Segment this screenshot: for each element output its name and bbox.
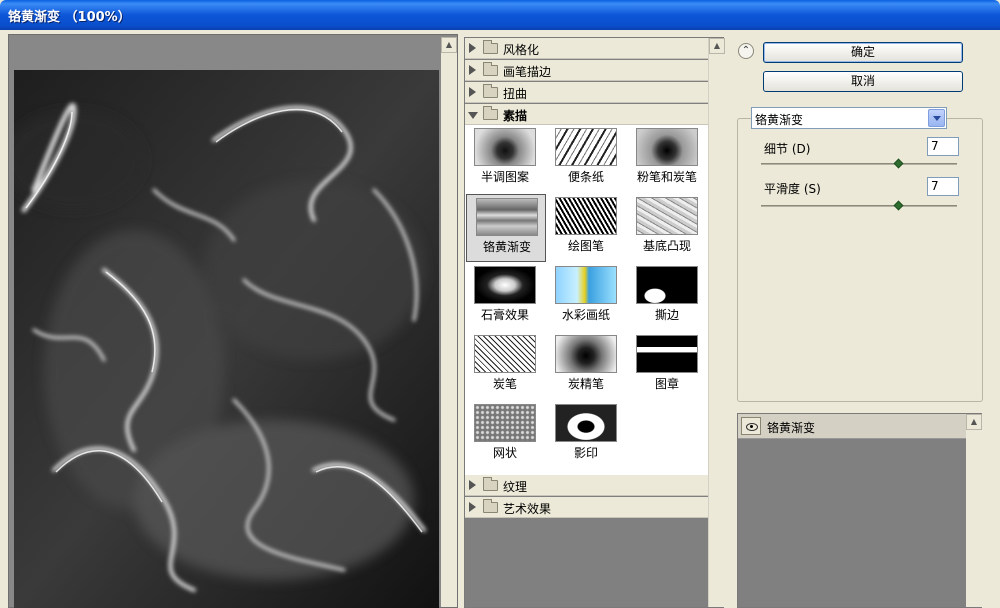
category-label: 素描 (503, 109, 528, 123)
thumbnail-label: 铬黄渐变 (482, 240, 531, 254)
filter-thumbnail-selected[interactable]: 铬黄渐变 (466, 194, 546, 262)
collapse-arrow-icon[interactable] (468, 112, 478, 119)
expand-arrow-icon[interactable] (469, 502, 476, 512)
folder-icon (483, 499, 498, 513)
expand-arrow-icon[interactable] (469, 43, 476, 53)
thumbnail-label: 便条纸 (567, 170, 604, 184)
thumbnail-label: 影印 (573, 446, 598, 460)
filter-thumbnail[interactable]: 基底凸现 (627, 194, 707, 262)
thumbnail-image (474, 266, 536, 304)
filter-thumbnail[interactable]: 粉笔和炭笔 (627, 125, 707, 193)
category-label: 风格化 (503, 43, 540, 57)
category-label: 艺术效果 (503, 502, 552, 516)
effect-layer-row[interactable]: 铬黄渐变 (738, 414, 966, 439)
expand-arrow-icon[interactable] (469, 65, 476, 75)
filter-settings-panel (737, 118, 983, 402)
thumbnail-label: 石膏效果 (480, 308, 529, 322)
filter-thumbnail[interactable]: 绘图笔 (546, 194, 626, 262)
thumbnail-image (636, 335, 698, 373)
thumbnail-label: 粉笔和炭笔 (636, 170, 697, 184)
filter-thumbnail[interactable]: 炭精笔 (546, 332, 626, 400)
collapse-gallery-icon[interactable]: ⌃ (738, 43, 754, 59)
thumbnail-image (555, 197, 617, 235)
thumbnail-image (474, 128, 536, 166)
detail-input[interactable]: 7 (927, 137, 959, 156)
category-row[interactable]: 艺术效果 (465, 497, 708, 518)
thumbnail-label: 绘图笔 (567, 239, 604, 253)
filter-thumbnail[interactable]: 半调图案 (465, 125, 545, 193)
scroll-up-arrow-icon[interactable]: ▲ (441, 37, 457, 53)
thumbnail-image (555, 335, 617, 373)
filter-thumbnail[interactable]: 撕边 (627, 263, 707, 331)
thumbnail-image (474, 404, 536, 442)
thumbnail-label: 半调图案 (480, 170, 529, 184)
expand-arrow-icon[interactable] (469, 480, 476, 490)
smoothness-label: 平滑度 (S) (764, 182, 821, 196)
scroll-up-arrow-icon[interactable]: ▲ (709, 38, 725, 54)
category-label: 纹理 (503, 480, 528, 494)
effect-layers-panel: 铬黄渐变 ▲ (737, 413, 982, 608)
filter-thumbnail[interactable]: 炭笔 (465, 332, 545, 400)
detail-label: 细节 (D) (764, 142, 811, 156)
filter-list-scrollbar[interactable]: ▲ (708, 38, 725, 607)
filter-thumbnail[interactable]: 便条纸 (546, 125, 626, 193)
preview-image[interactable] (14, 70, 439, 608)
category-row[interactable]: 扭曲 (465, 82, 708, 103)
thumbnail-label: 网状 (492, 446, 517, 460)
smoothness-input[interactable]: 7 (927, 177, 959, 196)
category-row[interactable]: 素描 (465, 104, 708, 125)
thumbnail-image (476, 198, 538, 236)
thumbnail-image (636, 128, 698, 166)
layers-scrollbar[interactable]: ▲ (966, 414, 982, 607)
preview-scrollbar[interactable]: ▲ (441, 37, 457, 607)
filter-thumbnail[interactable]: 网状 (465, 401, 545, 469)
filter-thumbnail[interactable]: 水彩画纸 (546, 263, 626, 331)
detail-slider[interactable] (761, 163, 957, 165)
chevron-down-icon[interactable] (928, 109, 945, 127)
folder-icon (483, 62, 498, 76)
thumbnail-image (555, 128, 617, 166)
title-bar: 铬黄渐变 （100%） (0, 0, 1000, 30)
filter-select-value: 铬黄渐变 (755, 113, 804, 127)
thumbnail-image (555, 404, 617, 442)
filter-thumbnail[interactable]: 图章 (627, 332, 707, 400)
filter-select[interactable]: 铬黄渐变 (751, 107, 947, 129)
folder-open-icon (483, 106, 498, 120)
folder-icon (483, 84, 498, 98)
thumbnail-label: 撕边 (654, 308, 679, 322)
thumbnail-image (636, 266, 698, 304)
category-row[interactable]: 风格化 (465, 38, 708, 59)
chrome-preview-graphic (14, 70, 439, 608)
ok-button[interactable]: 确定 (763, 42, 963, 63)
folder-icon (483, 477, 498, 491)
category-row[interactable]: 画笔描边 (465, 60, 708, 81)
window-title: 铬黄渐变 （100%） (8, 10, 131, 25)
preview-pane[interactable]: ▲ (8, 34, 458, 608)
thumbnail-image (474, 335, 536, 373)
thumbnail-image (555, 266, 617, 304)
effect-layer-label: 铬黄渐变 (767, 421, 816, 435)
smoothness-slider[interactable] (761, 205, 957, 207)
thumbnail-label: 基底凸现 (642, 239, 691, 253)
category-label: 扭曲 (503, 87, 528, 101)
cancel-button[interactable]: 取消 (763, 71, 963, 92)
filter-thumbnail[interactable]: 石膏效果 (465, 263, 545, 331)
thumbnail-label: 图章 (654, 377, 679, 391)
thumbnail-label: 炭精笔 (567, 377, 604, 391)
expand-arrow-icon[interactable] (469, 87, 476, 97)
filter-thumbnail[interactable]: 影印 (546, 401, 626, 469)
eye-icon[interactable] (741, 417, 761, 435)
thumbnail-grid: 半调图案 便条纸 粉笔和炭笔 铬黄渐变 绘图笔 基底凸现 石膏效果 水彩画纸 撕… (465, 125, 708, 475)
category-label: 画笔描边 (503, 65, 552, 79)
scroll-up-arrow-icon[interactable]: ▲ (966, 414, 982, 430)
thumbnail-label: 炭笔 (492, 377, 517, 391)
category-row[interactable]: 纹理 (465, 475, 708, 496)
thumbnail-image (636, 197, 698, 235)
folder-icon (483, 40, 498, 54)
filter-gallery-list: 风格化 画笔描边 扭曲 素描 半调图案 便条纸 粉笔和炭笔 铬黄渐变 绘图笔 基… (464, 37, 725, 608)
thumbnail-label: 水彩画纸 (561, 308, 610, 322)
